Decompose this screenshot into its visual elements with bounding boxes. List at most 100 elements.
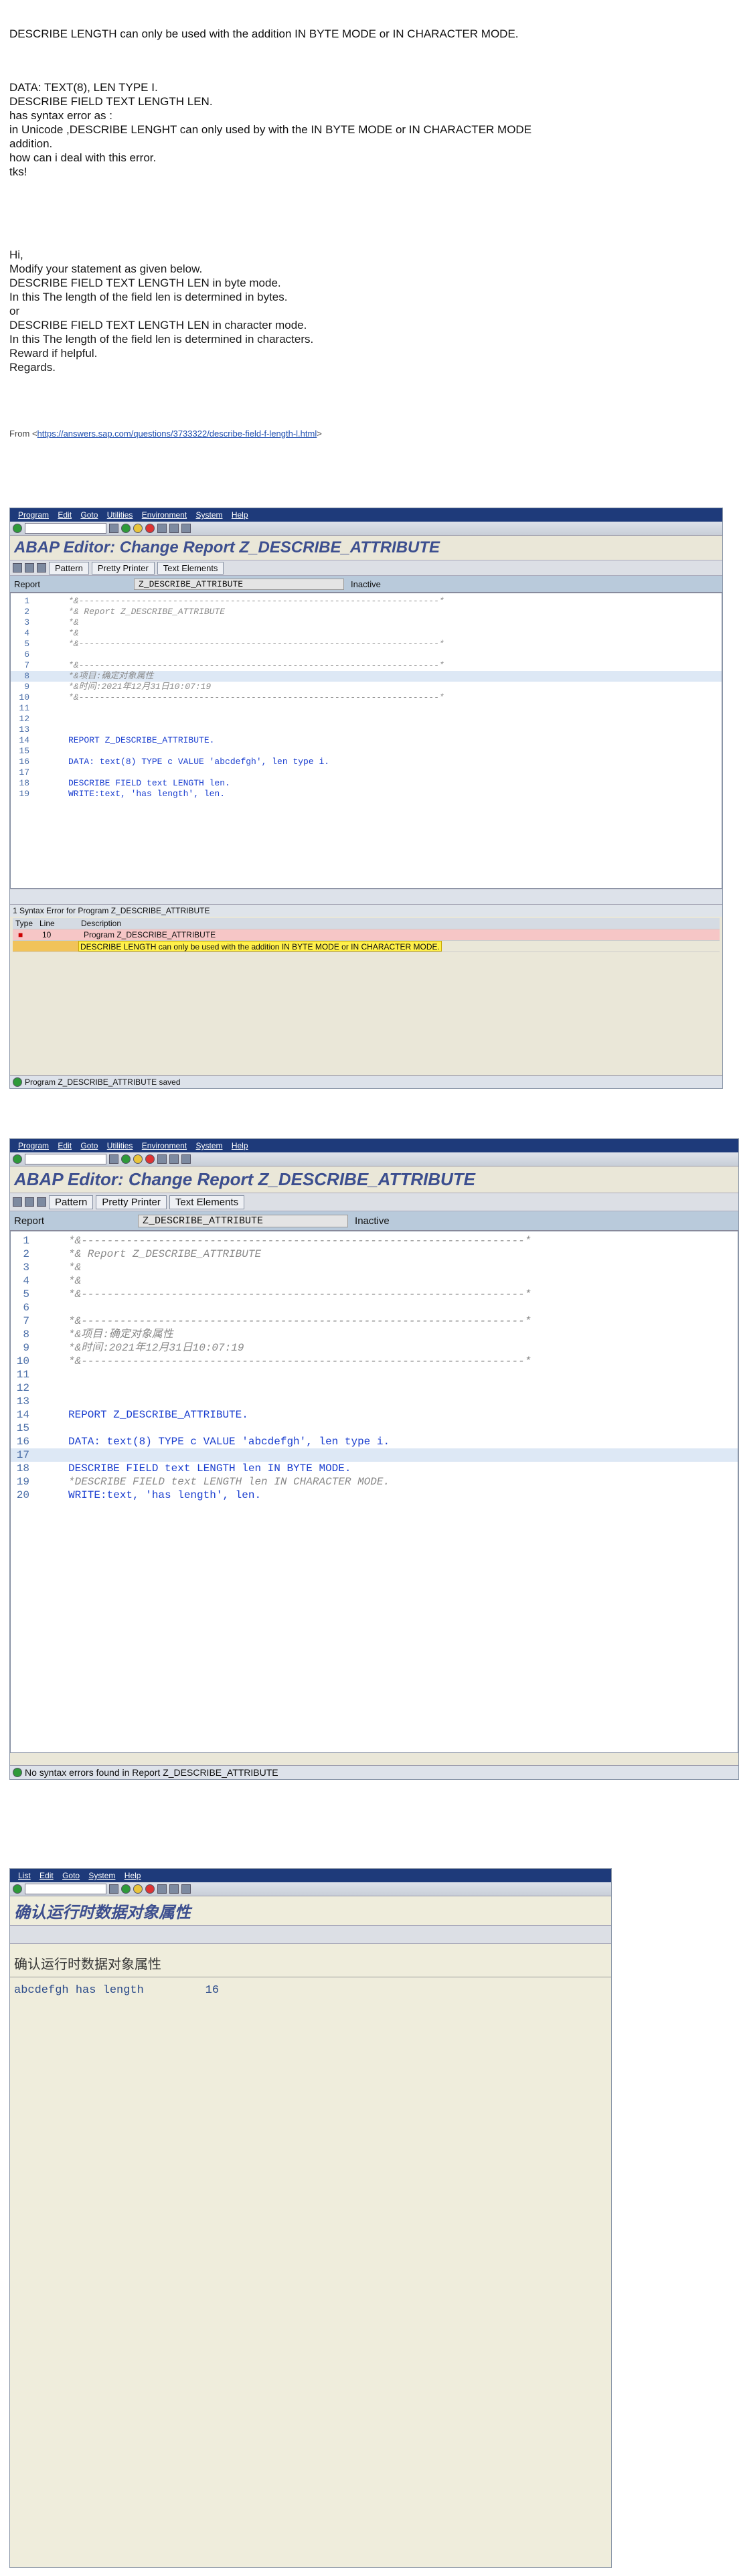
test-icon[interactable]: [37, 563, 46, 573]
pattern-button[interactable]: Pattern: [49, 561, 89, 575]
help-icon[interactable]: [181, 1154, 191, 1164]
text-elements-button[interactable]: Text Elements: [169, 1195, 245, 1209]
code-line[interactable]: 18 DESCRIBE FIELD text LENGTH len IN BYTE…: [11, 1462, 738, 1475]
code-line[interactable]: 20 WRITE:text, 'has length', len.: [11, 1489, 738, 1502]
code-line[interactable]: 16 DATA: text(8) TYPE c VALUE 'abcdefgh',…: [11, 1435, 738, 1448]
pretty-printer-button[interactable]: Pretty Printer: [96, 1195, 167, 1209]
code-line[interactable]: 4 *&: [11, 1274, 738, 1288]
code-line[interactable]: 4 *&: [11, 628, 722, 639]
code-line[interactable]: 10 *&------------------------------------…: [11, 692, 722, 703]
menu-program[interactable]: Program: [18, 510, 49, 520]
error-row-message[interactable]: DESCRIBE LENGTH can only be used with th…: [13, 941, 720, 952]
code-line[interactable]: 14 REPORT Z_DESCRIBE_ATTRIBUTE.: [11, 735, 722, 746]
code-line[interactable]: 11: [11, 703, 722, 714]
source-link[interactable]: https://answers.sap.com/questions/373332…: [37, 429, 317, 439]
code-line[interactable]: 2 *& Report Z_DESCRIBE_ATTRIBUTE: [11, 1247, 738, 1261]
code-line[interactable]: 19 WRITE:text, 'has length', len.: [11, 789, 722, 800]
code-line[interactable]: 9 *&时间:2021年12月31日10:07:19: [11, 1341, 738, 1355]
find-icon[interactable]: [169, 1154, 179, 1164]
help-icon[interactable]: [181, 524, 191, 533]
menu-help[interactable]: Help: [232, 1141, 248, 1150]
error-row-program[interactable]: ■ 10 Program Z_DESCRIBE_ATTRIBUTE: [13, 929, 720, 941]
menu-goto[interactable]: Goto: [80, 1141, 98, 1150]
text-elements-button[interactable]: Text Elements: [157, 561, 224, 575]
code-line[interactable]: 15: [11, 746, 722, 757]
command-field[interactable]: [25, 1884, 106, 1894]
exit-icon[interactable]: [133, 1154, 143, 1164]
command-field[interactable]: [25, 1154, 106, 1164]
code-line[interactable]: 17: [11, 767, 722, 778]
command-field[interactable]: [25, 523, 106, 534]
code-line[interactable]: 12: [11, 714, 722, 725]
code-line[interactable]: 13: [11, 1395, 738, 1408]
print-icon[interactable]: [157, 524, 167, 533]
menu-system[interactable]: System: [195, 1141, 222, 1150]
code-editor[interactable]: 1 *&-------------------------------------…: [10, 593, 722, 889]
code-line[interactable]: 14 REPORT Z_DESCRIBE_ATTRIBUTE.: [11, 1408, 738, 1422]
code-line[interactable]: 16 DATA: text(8) TYPE c VALUE 'abcdefgh',…: [11, 757, 722, 767]
check-icon[interactable]: [13, 563, 22, 573]
code-line[interactable]: 10 *&------------------------------------…: [11, 1355, 738, 1368]
menu-help[interactable]: Help: [125, 1871, 141, 1880]
cancel-icon[interactable]: [145, 1154, 155, 1164]
code-line[interactable]: 2 *& Report Z_DESCRIBE_ATTRIBUTE: [11, 607, 722, 617]
code-line[interactable]: 3 *&: [11, 617, 722, 628]
menu-utilities[interactable]: Utilities: [107, 510, 133, 520]
save-icon[interactable]: [109, 1154, 118, 1164]
code-line[interactable]: 6: [11, 1301, 738, 1314]
back-icon[interactable]: [121, 1154, 131, 1164]
cancel-icon[interactable]: [145, 1884, 155, 1894]
code-line[interactable]: 8 *&项目:确定对象属性: [11, 671, 722, 682]
enter-icon[interactable]: [13, 1884, 22, 1894]
menu-environment[interactable]: Environment: [142, 1141, 187, 1150]
find-icon[interactable]: [169, 1884, 179, 1894]
menu-system[interactable]: System: [88, 1871, 115, 1880]
code-line[interactable]: 19 *DESCRIBE FIELD text LENGTH len IN CHA…: [11, 1475, 738, 1489]
print-icon[interactable]: [157, 1884, 167, 1894]
code-line[interactable]: 9 *&时间:2021年12月31日10:07:19: [11, 682, 722, 692]
cancel-icon[interactable]: [145, 524, 155, 533]
save-icon[interactable]: [109, 1884, 118, 1894]
back-icon[interactable]: [121, 524, 131, 533]
find-icon[interactable]: [169, 524, 179, 533]
back-icon[interactable]: [121, 1884, 131, 1894]
menu-system[interactable]: System: [195, 510, 222, 520]
menu-environment[interactable]: Environment: [142, 510, 187, 520]
code-line[interactable]: 1 *&-------------------------------------…: [11, 596, 722, 607]
activate-icon[interactable]: [25, 1197, 34, 1207]
menu-edit[interactable]: Edit: [58, 1141, 72, 1150]
save-icon[interactable]: [109, 524, 118, 533]
pretty-printer-button[interactable]: Pretty Printer: [91, 561, 155, 575]
menu-edit[interactable]: Edit: [39, 1871, 54, 1880]
exit-icon[interactable]: [133, 524, 143, 533]
code-line[interactable]: 6: [11, 650, 722, 660]
code-line[interactable]: 1 *&-------------------------------------…: [11, 1234, 738, 1247]
code-line[interactable]: 15: [11, 1422, 738, 1435]
exit-icon[interactable]: [133, 1884, 143, 1894]
code-line[interactable]: 17: [11, 1448, 738, 1462]
menu-goto[interactable]: Goto: [62, 1871, 80, 1880]
menu-utilities[interactable]: Utilities: [107, 1141, 133, 1150]
report-name-field[interactable]: Z_DESCRIBE_ATTRIBUTE: [138, 1214, 349, 1227]
code-line[interactable]: 11: [11, 1368, 738, 1381]
code-line[interactable]: 18 DESCRIBE FIELD text LENGTH len.: [11, 778, 722, 789]
code-line[interactable]: 5 *&-------------------------------------…: [11, 1288, 738, 1301]
code-line[interactable]: 7 *&-------------------------------------…: [11, 660, 722, 671]
code-line[interactable]: 8 *&项目:确定对象属性: [11, 1328, 738, 1341]
code-editor[interactable]: 1 *&-------------------------------------…: [10, 1231, 738, 1753]
menu-list[interactable]: List: [18, 1871, 31, 1880]
report-name-field[interactable]: Z_DESCRIBE_ATTRIBUTE: [134, 578, 345, 590]
code-line[interactable]: 13: [11, 725, 722, 735]
code-line[interactable]: 12: [11, 1381, 738, 1395]
pattern-button[interactable]: Pattern: [49, 1195, 94, 1209]
menu-help[interactable]: Help: [232, 510, 248, 520]
help-icon[interactable]: [181, 1884, 191, 1894]
activate-icon[interactable]: [25, 563, 34, 573]
code-line[interactable]: 5 *&-------------------------------------…: [11, 639, 722, 650]
menu-program[interactable]: Program: [18, 1141, 49, 1150]
test-icon[interactable]: [37, 1197, 46, 1207]
code-line[interactable]: 7 *&-------------------------------------…: [11, 1314, 738, 1328]
menu-edit[interactable]: Edit: [58, 510, 72, 520]
code-line[interactable]: 3 *&: [11, 1261, 738, 1274]
enter-icon[interactable]: [13, 524, 22, 533]
